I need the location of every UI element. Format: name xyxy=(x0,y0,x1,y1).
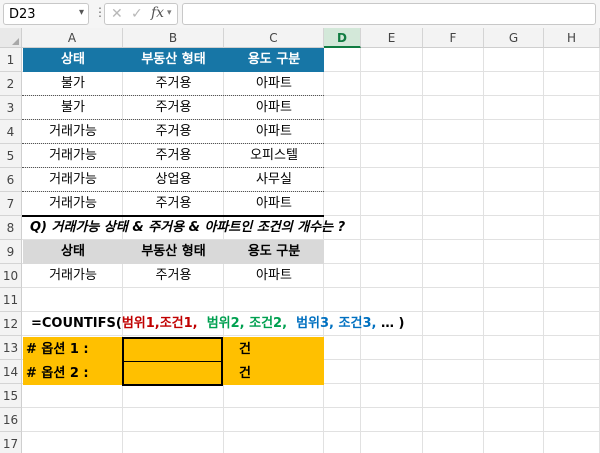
row-separator xyxy=(22,191,324,192)
gridline-horizontal xyxy=(22,431,600,432)
column-header-e[interactable]: E xyxy=(361,28,423,48)
row-header-16[interactable]: 16 xyxy=(0,408,22,432)
chevron-down-icon[interactable]: ▾ xyxy=(79,7,84,18)
row-header-11[interactable]: 11 xyxy=(0,288,22,312)
table-cell[interactable]: 거래가능 xyxy=(23,144,123,168)
row-header-12[interactable]: 12 xyxy=(0,312,22,336)
table-cell[interactable]: 아파트 xyxy=(224,120,324,144)
gridline-vertical xyxy=(483,48,484,453)
row-separator xyxy=(22,119,324,120)
option1-label[interactable]: # 옵션 1 : xyxy=(26,338,89,362)
table-cell[interactable]: 아파트 xyxy=(224,192,324,216)
question-text[interactable]: Q) 거래가능 상태 & 주거용 & 아파트인 조건의 개수는 ? xyxy=(30,216,345,240)
formula-prefix: =COUNTIFS( xyxy=(31,316,122,331)
table2-header-status[interactable]: 상태 xyxy=(23,240,123,264)
enter-check-icon[interactable]: ✓ xyxy=(131,6,143,22)
table-cell[interactable]: 불가 xyxy=(23,96,123,120)
column-header-c[interactable]: C xyxy=(224,28,324,48)
formula-range3: 범위3, 조건3, xyxy=(296,316,377,331)
table-cell[interactable]: 아파트 xyxy=(224,72,324,96)
gridline-vertical xyxy=(422,48,423,453)
formula-suffix: … ) xyxy=(380,316,405,331)
table-cell[interactable]: 거래가능 xyxy=(23,192,123,216)
formula-buttons: ✕ ✓ fx ▾ xyxy=(104,3,178,25)
row-separator xyxy=(22,95,324,96)
formula-input[interactable] xyxy=(182,3,596,25)
name-box-value: D23 xyxy=(9,7,36,22)
column-header-h[interactable]: H xyxy=(544,28,600,48)
table-cell[interactable]: 주거용 xyxy=(123,264,224,288)
option1-unit[interactable]: 건 xyxy=(239,338,251,362)
table-cell[interactable]: 거래가능 xyxy=(23,264,123,288)
table2-header-property-type[interactable]: 부동산 형태 xyxy=(123,240,224,264)
table-cell[interactable]: 주거용 xyxy=(123,120,224,144)
formula-hint[interactable]: =COUNTIFS(범위1,조건1, 범위2, 조건2, 범위3, 조건3, …… xyxy=(31,312,404,336)
answer-divider xyxy=(123,361,222,362)
row-header-4[interactable]: 4 xyxy=(0,120,22,144)
column-header-a[interactable]: A xyxy=(22,28,123,48)
gridline-horizontal xyxy=(22,407,600,408)
table-cell[interactable]: 아파트 xyxy=(224,264,324,288)
row-header-13[interactable]: 13 xyxy=(0,336,22,360)
row-header-9[interactable]: 9 xyxy=(0,240,22,264)
row-header-17[interactable]: 17 xyxy=(0,432,22,453)
table-cell[interactable]: 거래가능 xyxy=(23,168,123,192)
formula-bar: D23 ▾ ⋮ ✕ ✓ fx ▾ xyxy=(0,0,600,28)
formula-range2: 범위2, 조건2, xyxy=(206,316,288,331)
table-cell[interactable]: 사무실 xyxy=(224,168,324,192)
chevron-down-icon[interactable]: ▾ xyxy=(167,8,172,18)
table-cell[interactable]: 거래가능 xyxy=(23,120,123,144)
table2-header-usage[interactable]: 용도 구분 xyxy=(224,240,324,264)
table1-header-status[interactable]: 상태 xyxy=(23,48,123,72)
row-header-2[interactable]: 2 xyxy=(0,72,22,96)
insert-function-icon[interactable]: fx xyxy=(151,5,164,21)
table-cell[interactable]: 주거용 xyxy=(123,72,224,96)
row-header-6[interactable]: 6 xyxy=(0,168,22,192)
row-header-10[interactable]: 10 xyxy=(0,264,22,288)
column-header-d[interactable]: D xyxy=(324,28,361,48)
option2-label[interactable]: # 옵션 2 : xyxy=(26,362,89,386)
table-cell[interactable]: 아파트 xyxy=(224,96,324,120)
formula-range1: 범위1,조건1, xyxy=(121,316,198,331)
table1-header-usage[interactable]: 용도 구분 xyxy=(224,48,324,72)
select-all-triangle-icon xyxy=(12,38,19,45)
row-header-15[interactable]: 15 xyxy=(0,384,22,408)
table-cell[interactable]: 오피스텔 xyxy=(224,144,324,168)
column-header-b[interactable]: B xyxy=(123,28,224,48)
gridline-vertical xyxy=(543,48,544,453)
worksheet-grid[interactable]: ABCDEFGH 1 2 3 4 5 6 7 8 9 10 11 12 13 14 15 16 17 상태 부동… xyxy=(0,28,600,453)
option2-unit[interactable]: 건 xyxy=(239,362,251,386)
row-header-8[interactable]: 8 xyxy=(0,216,22,240)
select-all-corner[interactable] xyxy=(0,28,22,48)
table-cell[interactable]: 주거용 xyxy=(123,144,224,168)
row-header-3[interactable]: 3 xyxy=(0,96,22,120)
row-header-7[interactable]: 7 xyxy=(0,192,22,216)
table-cell[interactable]: 상업용 xyxy=(123,168,224,192)
gridline-vertical xyxy=(360,48,361,453)
table-cell[interactable]: 주거용 xyxy=(123,96,224,120)
column-header-f[interactable]: F xyxy=(423,28,484,48)
row-separator xyxy=(22,143,324,144)
table-cell[interactable]: 주거용 xyxy=(123,192,224,216)
row-header-5[interactable]: 5 xyxy=(0,144,22,168)
name-box[interactable]: D23 ▾ xyxy=(3,3,89,25)
row-separator xyxy=(22,167,324,168)
row-header-1[interactable]: 1 xyxy=(0,48,22,72)
table-cell[interactable]: 불가 xyxy=(23,72,123,96)
column-header-g[interactable]: G xyxy=(484,28,544,48)
cancel-icon[interactable]: ✕ xyxy=(111,6,123,22)
table1-header-property-type[interactable]: 부동산 형태 xyxy=(123,48,224,72)
row-header-14[interactable]: 14 xyxy=(0,360,22,384)
